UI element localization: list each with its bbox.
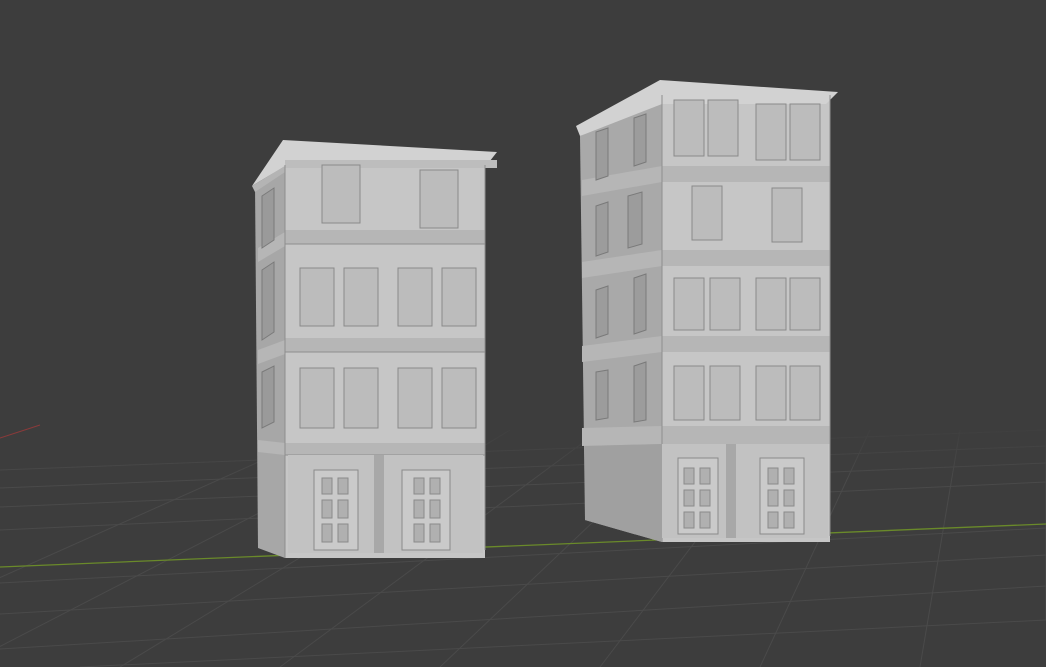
y-axis-line bbox=[0, 523, 1046, 568]
3d-viewport[interactable] bbox=[0, 0, 1046, 667]
short-side-windows bbox=[261, 187, 275, 429]
horizon-fade bbox=[0, 420, 1046, 480]
viewport-canvas[interactable] bbox=[0, 0, 1046, 667]
building-short[interactable] bbox=[252, 140, 497, 558]
short-ground-floor bbox=[288, 455, 483, 553]
building-tall[interactable] bbox=[576, 80, 838, 542]
